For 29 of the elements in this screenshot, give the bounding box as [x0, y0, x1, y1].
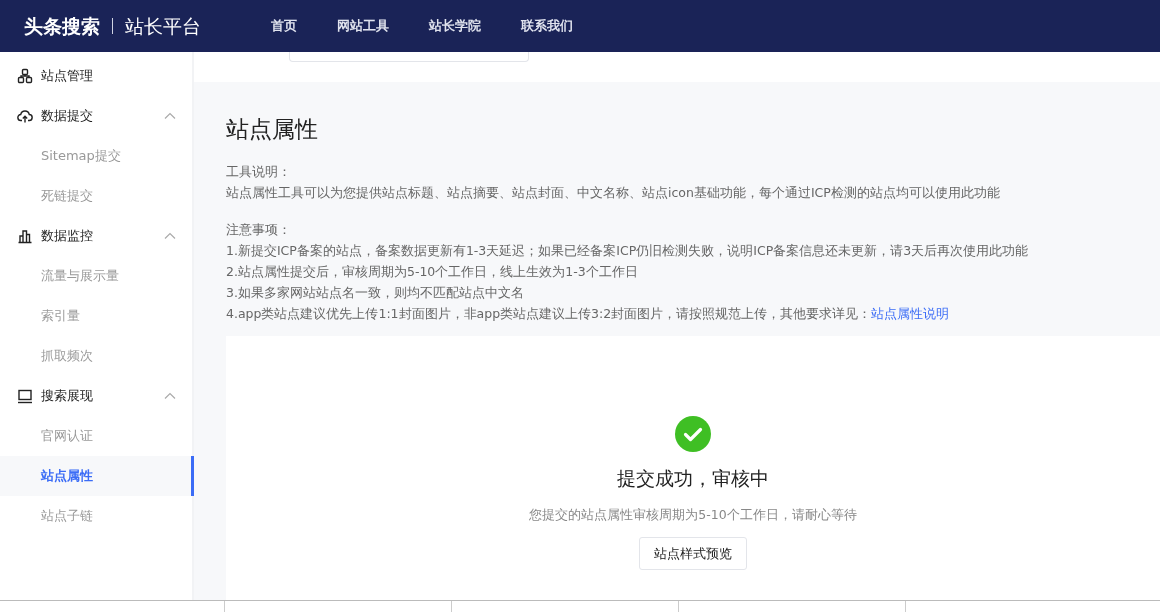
success-check-icon — [675, 415, 711, 452]
note-text: 4.app类站点建议优先上传1:1封面图片，非app类站点建议上传3:2封面图片，请按照规范上传，其他要求详见： — [226, 305, 872, 321]
monitor-icon — [17, 388, 33, 404]
sidebar-group[interactable]: 站点管理 — [0, 56, 192, 96]
description-text: 站点属性工具可以为您提供站点标题、站点摘要、站点封面、中文名称、站点icon基础功能，每个通过ICP检测的站点均可以使用此功能 — [226, 183, 1001, 202]
nav-link[interactable]: 首页 — [271, 16, 297, 36]
product-name: 站长平台 — [125, 13, 201, 39]
sidebar-group[interactable]: 数据提交 — [0, 96, 192, 136]
section-heading: 工具说明： — [226, 162, 292, 181]
sidebar-group[interactable]: 搜索展现 — [0, 376, 192, 416]
note-text: 1.新提交ICP备案的站点，备案数据更新有1-3天延迟；如果已经备案ICP仍旧检测失败，说明ICP备案信息还未更新，请3天后再次使用此功能 — [226, 241, 1030, 260]
result-title: 提交成功，审核中 — [617, 465, 769, 491]
section-heading: 注意事项： — [226, 220, 292, 239]
nav-link[interactable]: 网站工具 — [337, 16, 389, 36]
cloud-upload-icon — [17, 108, 33, 124]
note-text: 2.站点属性提交后，审核周期为5-10个工作日，线上生效为1-3个工作日 — [226, 262, 639, 281]
page-title: 站点属性 — [226, 115, 319, 144]
result-message: 您提交的站点属性审核周期为5-10个工作日，请耐心等待 — [529, 506, 857, 524]
sidebar-group[interactable]: 数据监控 — [0, 216, 192, 256]
bar-chart-icon — [17, 228, 33, 244]
dropdown-field[interactable] — [289, 52, 529, 62]
help-link[interactable]: 站点属性说明 — [871, 305, 950, 321]
sidebar-item[interactable]: 站点属性 — [0, 456, 194, 496]
nav-link[interactable]: 联系我们 — [521, 16, 573, 36]
nav-link[interactable]: 站长学院 — [429, 16, 481, 36]
preview-button[interactable]: 站点样式预览 — [639, 536, 747, 571]
logo-text: 头条搜索 — [24, 13, 100, 39]
note-text: 3.如果多家网站站点名一致，则均不匹配站点中文名 — [226, 283, 525, 302]
sitemap-icon — [17, 68, 33, 84]
